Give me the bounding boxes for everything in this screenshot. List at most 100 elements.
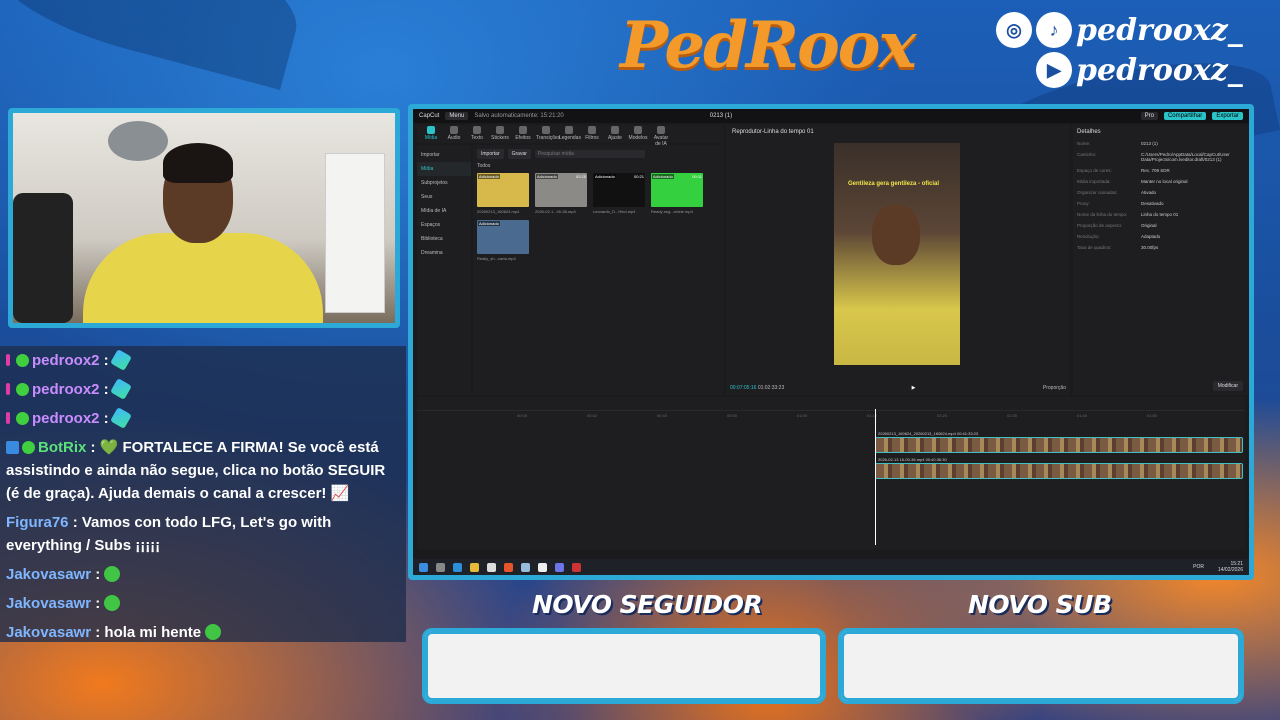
tool-label: Texto <box>471 135 483 141</box>
left-nav-item[interactable]: Dreamina <box>417 246 471 260</box>
detail-key: Resolução: <box>1077 234 1100 239</box>
thumbnail-caption: 20260213_160624.mp4 <box>477 209 520 214</box>
new-sub-box <box>838 628 1244 704</box>
media-thumbnail[interactable]: Adicionado Really_sh...carta.mp4 <box>477 220 529 261</box>
heater-image <box>325 153 385 313</box>
left-nav-item[interactable]: Seus <box>417 190 471 204</box>
chat-text: : <box>91 566 105 583</box>
video-preview[interactable]: Gentileza gera gentileza - oficial <box>834 143 960 365</box>
video-caption: Gentileza gera gentileza - oficial <box>848 181 940 187</box>
thumbnail-image: Adicionado <box>477 173 529 207</box>
obs-icon[interactable] <box>572 562 581 572</box>
tool-icon <box>519 126 527 134</box>
timeline-track-1[interactable]: 20260213_160624_20260213_160624.mp4 00:4… <box>875 431 1243 453</box>
app-name: CapCut <box>419 113 440 119</box>
thumbnail-caption: Leonardo_D...Hind.mp4 <box>593 209 636 214</box>
bot-badge-icon <box>6 441 19 454</box>
menu-button[interactable]: Menu <box>445 112 469 120</box>
emote-icon <box>109 378 132 400</box>
chat-username[interactable]: Figura76 <box>6 514 69 531</box>
start-icon[interactable] <box>419 562 428 572</box>
palm-leaf-decoration <box>0 0 312 90</box>
chat-message: pedroox2 : <box>0 375 406 404</box>
tool-tab[interactable]: Texto <box>467 126 487 142</box>
search-icon[interactable] <box>436 562 445 572</box>
discord-icon[interactable] <box>555 562 564 572</box>
windows-taskbar: POR 15:21 14/02/2026 <box>413 559 1249 575</box>
new-follower-title: NOVO SEGUIDOR <box>532 590 763 619</box>
pro-button[interactable]: Pro <box>1140 112 1158 120</box>
tool-tab[interactable]: Mídia <box>421 126 441 142</box>
streamer-hair <box>163 143 233 183</box>
brave-icon[interactable] <box>504 562 513 572</box>
tool-tab[interactable]: Áudio <box>444 126 464 142</box>
media-search-input[interactable]: Pesquisar mídia <box>534 150 645 158</box>
ruler-tick-label: 00:50 <box>727 413 738 418</box>
video-face <box>872 205 920 265</box>
chat-username[interactable]: pedroox2 <box>32 381 100 398</box>
detail-row: Resolução: Adaptado <box>1077 234 1245 239</box>
capcut-icon[interactable] <box>538 562 547 572</box>
browser-icon[interactable] <box>453 562 462 572</box>
detail-row: Mídia importada: Manter no local original <box>1077 179 1245 184</box>
webcam-feed <box>13 113 395 323</box>
tool-tab[interactable]: Avatar de IA <box>651 126 671 147</box>
added-tag: Adicionado <box>594 174 616 179</box>
clock-date: 14/02/2026 <box>1217 567 1243 573</box>
tool-tab[interactable]: Ajuste <box>605 126 625 142</box>
app-icon[interactable] <box>521 562 530 572</box>
chat-username[interactable]: pedroox2 <box>32 352 100 369</box>
left-nav-item[interactable]: Biblioteca <box>417 232 471 246</box>
tool-tab[interactable]: Stickers <box>490 126 510 142</box>
details-panel: Detalhes Nome: 0213 (1) Caminho: C:/Users/P… <box>1073 125 1249 395</box>
media-thumbnail[interactable]: Adicionado 00:21 Leonardo_D...Hind.mp4 <box>593 173 645 214</box>
media-left-nav: Importar Mídia Subprojetos Seus Mídia de IA E… <box>417 145 471 395</box>
new-sub-title: NOVO SUB <box>968 590 1112 619</box>
export-button[interactable]: Exportar <box>1212 112 1243 120</box>
chat-username[interactable]: Jakovasawr <box>6 566 91 583</box>
timeline-ruler: 00:00 00:42 00:40 00:50 01:00 01:10 01:20 01:30… <box>417 411 1245 421</box>
import-button[interactable]: Importar <box>477 149 504 159</box>
tool-tab[interactable]: Efeitos <box>513 126 533 142</box>
detail-key: Caminho: <box>1077 152 1097 157</box>
chat-username[interactable]: Jakovasawr <box>6 624 91 641</box>
thumbnail-image: Adicionado 02:25 <box>535 173 587 207</box>
detail-row: Proxy: Desativado <box>1077 201 1245 206</box>
media-thumbnail[interactable]: Adicionado 02:25 2026-02-1...00-36.mp4 <box>535 173 587 214</box>
track-label: 20260213_160624_20260213_160624.mp4 00:4… <box>878 431 979 436</box>
store-icon[interactable] <box>487 562 496 572</box>
left-nav-item[interactable]: Mídia <box>417 162 471 176</box>
ruler-tick-label: 01:00 <box>797 413 808 418</box>
thumbnail-caption: Really_sh...carta.mp4 <box>477 256 516 261</box>
tool-tab[interactable]: Legendas <box>559 126 581 142</box>
media-thumbnail[interactable]: Adicionado 00:11 Ready ang...ciricle.mp4 <box>651 173 703 214</box>
ratio-button[interactable]: Proporção <box>1043 385 1066 391</box>
chat-message: Jakovasawr : <box>0 560 406 589</box>
media-thumbnail[interactable]: Adicionado 20260213_160624.mp4 <box>477 173 529 214</box>
chat-username[interactable]: Jakovasawr <box>6 595 91 612</box>
left-nav-item[interactable]: Importar <box>417 148 471 162</box>
left-nav-item[interactable]: Subprojetos <box>417 176 471 190</box>
chat-username[interactable]: pedroox2 <box>32 410 100 427</box>
tool-label: Transições <box>536 135 561 141</box>
chat-username[interactable]: BotRix <box>38 439 86 456</box>
folder-icon[interactable] <box>470 562 479 572</box>
share-button[interactable]: Compartilhar <box>1163 112 1207 120</box>
detail-value: Original <box>1141 223 1157 228</box>
playhead[interactable] <box>875 409 876 545</box>
left-nav-item[interactable]: Mídia de IA <box>417 204 471 218</box>
chat-panel: pedroox2 : pedroox2 : pedroox2 : BotRix … <box>0 346 406 642</box>
emote-icon <box>104 595 121 611</box>
left-nav-item[interactable]: Espaços <box>417 218 471 232</box>
added-tag: Adicionado <box>478 174 500 179</box>
tool-icon <box>450 126 458 134</box>
thumbnail-image: Adicionado 00:21 <box>593 173 645 207</box>
modify-button[interactable]: Modificar <box>1212 381 1243 391</box>
record-button[interactable]: Gravar <box>507 149 531 159</box>
tool-tab[interactable]: Filtros <box>582 126 602 142</box>
play-button[interactable]: ▶ <box>912 385 916 391</box>
timeline-track-2[interactable]: 2026-02-13 16-00-36.mp4 00:40:36:30 <box>875 457 1243 479</box>
language-indicator: POR <box>1193 564 1204 570</box>
tool-tab[interactable]: Transições <box>536 126 560 142</box>
tool-tab[interactable]: Modelos <box>628 126 648 142</box>
